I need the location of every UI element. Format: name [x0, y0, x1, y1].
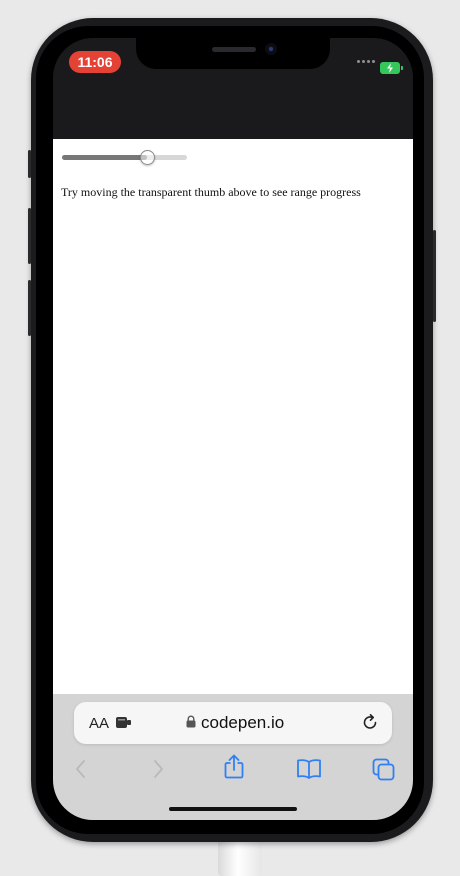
status-bar: 11:06: [53, 38, 413, 139]
web-content: Try moving the transparent thumb above t…: [53, 139, 413, 694]
front-camera: [265, 43, 277, 55]
home-indicator: [169, 807, 297, 811]
notch: [136, 38, 330, 69]
volume-up-button: [28, 208, 31, 264]
tabs-icon[interactable]: [372, 758, 396, 782]
range-thumb[interactable]: [139, 150, 155, 165]
power-button: [433, 230, 436, 322]
forward-icon[interactable]: [150, 758, 166, 780]
status-time[interactable]: 11:06: [69, 51, 121, 73]
reload-icon[interactable]: [362, 714, 379, 732]
action-button: [28, 150, 31, 178]
text-size-button[interactable]: AA: [89, 715, 109, 732]
earpiece-speaker: [212, 47, 256, 52]
instruction-text: Try moving the transparent thumb above t…: [61, 185, 361, 199]
charging-cable: [218, 836, 262, 876]
signal-icon: [357, 60, 375, 63]
extension-icon[interactable]: [116, 716, 132, 729]
text-size-label: AA: [89, 715, 110, 732]
share-icon[interactable]: [223, 754, 245, 780]
address-bar[interactable]: AA codepen.io: [74, 702, 392, 744]
lock-icon: [186, 715, 196, 728]
range-slider[interactable]: [62, 149, 187, 165]
bookmarks-icon[interactable]: [296, 758, 322, 780]
battery-icon: [380, 62, 403, 74]
screen: 11:06 Try moving the transparent thumb a…: [53, 38, 413, 820]
range-progress: [62, 155, 147, 160]
address-domain[interactable]: codepen.io: [201, 713, 284, 733]
volume-down-button: [28, 280, 31, 336]
safari-bottom-bar: AA codepen.io: [53, 694, 413, 820]
back-icon[interactable]: [73, 758, 89, 780]
